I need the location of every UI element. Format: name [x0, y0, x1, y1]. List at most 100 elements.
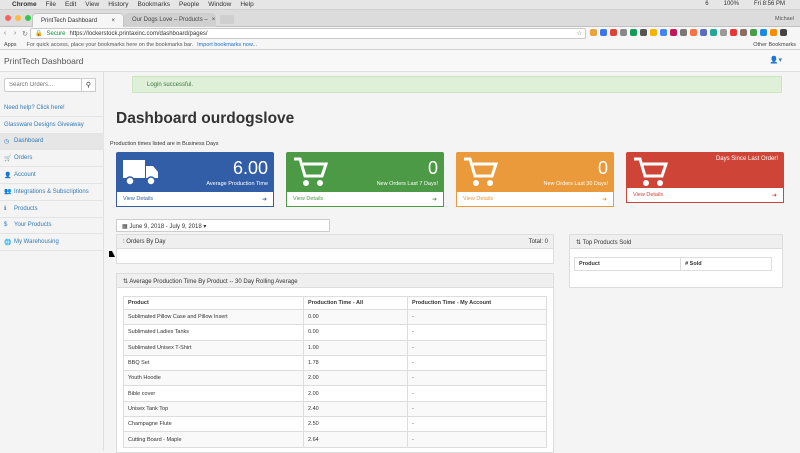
- search-button[interactable]: ⚲: [82, 78, 96, 92]
- table-row: Champagne Flute 2.50-: [123, 416, 547, 433]
- extension-icon[interactable]: [730, 29, 737, 36]
- menu-window[interactable]: Window: [208, 1, 231, 8]
- extension-icon[interactable]: [760, 29, 767, 36]
- sidebar-item-integrations[interactable]: 👥 Integrations & Subscriptions: [0, 184, 104, 201]
- close-tab-icon[interactable]: ×: [212, 17, 216, 23]
- view-details-link[interactable]: View Details ➜: [116, 192, 274, 207]
- tab-our-dogs-love[interactable]: Our Dogs Love – Products – ×: [124, 13, 216, 27]
- table-header-row: Product Production Time - All Production…: [123, 296, 547, 310]
- profile-name[interactable]: Michael: [775, 16, 794, 22]
- view-details-link[interactable]: View Details ➜: [456, 192, 614, 207]
- extension-icon[interactable]: [770, 29, 777, 36]
- close-window-icon[interactable]: [5, 15, 11, 21]
- table-cell: BBQ Set: [123, 354, 304, 372]
- bookmark-star-icon[interactable]: ☆: [577, 30, 582, 37]
- extension-icon[interactable]: [710, 29, 717, 36]
- extension-icon[interactable]: [600, 29, 607, 36]
- menu-edit[interactable]: Edit: [65, 1, 76, 8]
- chart-icon: ⫶: [123, 239, 125, 245]
- secure-lock-icon[interactable]: 🔒: [35, 30, 42, 37]
- menu-file[interactable]: File: [46, 1, 56, 8]
- panel-heading: ⫶ Orders By Day Total: 0: [117, 235, 553, 249]
- extension-icon[interactable]: [720, 29, 727, 36]
- login-success-alert: Login successful.: [132, 76, 782, 93]
- reload-icon[interactable]: ↻: [20, 30, 30, 38]
- orders-30-days-value: 0: [597, 158, 608, 178]
- minimize-window-icon[interactable]: [15, 15, 21, 21]
- other-bookmarks[interactable]: Other Bookmarks: [753, 42, 796, 48]
- date-range-picker[interactable]: ▦ June 9, 2018 - July 9, 2018 ▾: [116, 219, 330, 232]
- table-cell: -: [407, 324, 547, 341]
- table-row: Bible cover 2.00-: [123, 385, 547, 402]
- cart-icon: [294, 157, 328, 186]
- sidebar-item-warehousing[interactable]: 🌐 My Warehousing: [0, 234, 104, 252]
- orders-7-days-label: New Orders Last 7 Days!: [376, 181, 438, 187]
- extension-icon[interactable]: [620, 29, 627, 36]
- brand-title[interactable]: PrintTech Dashboard: [4, 56, 83, 66]
- sidebar-item-orders[interactable]: 🛒 Orders: [0, 150, 104, 168]
- view-details-label: View Details: [633, 192, 664, 198]
- calendar-icon: ▦: [122, 224, 128, 230]
- apps-bookmark[interactable]: Apps: [4, 42, 17, 48]
- table-cell: Champagne Flute: [123, 416, 304, 433]
- view-details-link[interactable]: View Details ➜: [626, 188, 784, 203]
- orders-30-days-label: New Orders Last 30 Days!: [543, 181, 609, 187]
- extension-icon[interactable]: [640, 29, 647, 36]
- menu-app-name[interactable]: Chrome: [12, 1, 37, 8]
- sidebar-item-help[interactable]: Need help? Click here!: [0, 100, 104, 117]
- view-details-link[interactable]: View Details ➜: [286, 192, 444, 207]
- menu-people[interactable]: People: [179, 1, 199, 8]
- back-icon[interactable]: ‹: [0, 30, 10, 37]
- url-field[interactable]: 🔒 Secure https://lockerstock.printaxinc.…: [30, 28, 586, 39]
- table-cell: Sublimated Ladies Tanks: [123, 324, 304, 341]
- page-title: Dashboard ourdogslove: [116, 110, 295, 127]
- sidebar-nav: Need help? Click here! Glassware Designs…: [0, 100, 104, 252]
- info-icon: ℹ: [4, 206, 7, 213]
- caret-down-icon: ▾: [203, 224, 207, 230]
- clock[interactable]: Fri 8:56 PM: [754, 1, 785, 7]
- dollar-icon: $: [4, 222, 8, 229]
- orders-7-days-value: 0: [427, 158, 438, 178]
- menu-kebab-icon[interactable]: [780, 29, 787, 36]
- column-header: Product: [123, 296, 304, 310]
- extension-icon[interactable]: [650, 29, 657, 36]
- menu-help[interactable]: Help: [240, 1, 253, 8]
- new-tab-button[interactable]: [220, 15, 234, 24]
- close-tab-icon[interactable]: ×: [111, 18, 115, 24]
- extension-icon[interactable]: [750, 29, 757, 36]
- extension-icon[interactable]: [700, 29, 707, 36]
- orders-7-days-card: 0 New Orders Last 7 Days! View Details ➜: [286, 152, 444, 208]
- user-menu-dropdown[interactable]: 👤▾: [770, 56, 782, 64]
- search-orders-input[interactable]: [4, 78, 82, 92]
- status-count[interactable]: 6: [705, 1, 708, 7]
- menu-bookmarks[interactable]: Bookmarks: [137, 1, 170, 8]
- orders-total: Total: 0: [528, 239, 548, 245]
- forward-icon[interactable]: ›: [10, 30, 20, 37]
- page-header: PrintTech Dashboard 👤▾: [0, 50, 800, 72]
- extension-icon[interactable]: [610, 29, 617, 36]
- import-bookmarks-link[interactable]: Import bookmarks now...: [197, 42, 257, 48]
- sidebar-item-account[interactable]: 👤 Account: [0, 167, 104, 184]
- truck-icon: [123, 160, 158, 186]
- extension-icon[interactable]: [670, 29, 677, 36]
- bookmarks-hint: For quick access, place your bookmarks h…: [26, 41, 194, 48]
- sidebar-item-products[interactable]: ℹ Products: [0, 201, 104, 218]
- arrow-circle-right-icon: ➜: [431, 197, 437, 203]
- battery-status[interactable]: 100%: [724, 1, 739, 7]
- extension-icon[interactable]: [660, 29, 667, 36]
- sidebar-item-your-products[interactable]: $ Your Products: [0, 218, 104, 235]
- extension-icon[interactable]: [590, 29, 597, 36]
- mac-menu-bar: Chrome File Edit View History Bookmarks …: [0, 0, 800, 10]
- tab-printtech-dashboard[interactable]: PrintTech Dashboard ×: [32, 13, 124, 27]
- zoom-window-icon[interactable]: [25, 15, 31, 21]
- extension-icon[interactable]: [680, 29, 687, 36]
- dashboard-icon: ◷: [4, 138, 10, 145]
- menu-view[interactable]: View: [85, 1, 99, 8]
- extension-icon[interactable]: [690, 29, 697, 36]
- sidebar-item-dashboard[interactable]: ◷ Dashboard: [0, 133, 104, 151]
- sidebar-item-giveaway[interactable]: Glassware Designs Giveaway: [0, 117, 104, 134]
- extension-icon[interactable]: [740, 29, 747, 36]
- view-details-label: View Details: [123, 196, 154, 202]
- extension-icon[interactable]: [630, 29, 637, 36]
- menu-history[interactable]: History: [108, 1, 128, 8]
